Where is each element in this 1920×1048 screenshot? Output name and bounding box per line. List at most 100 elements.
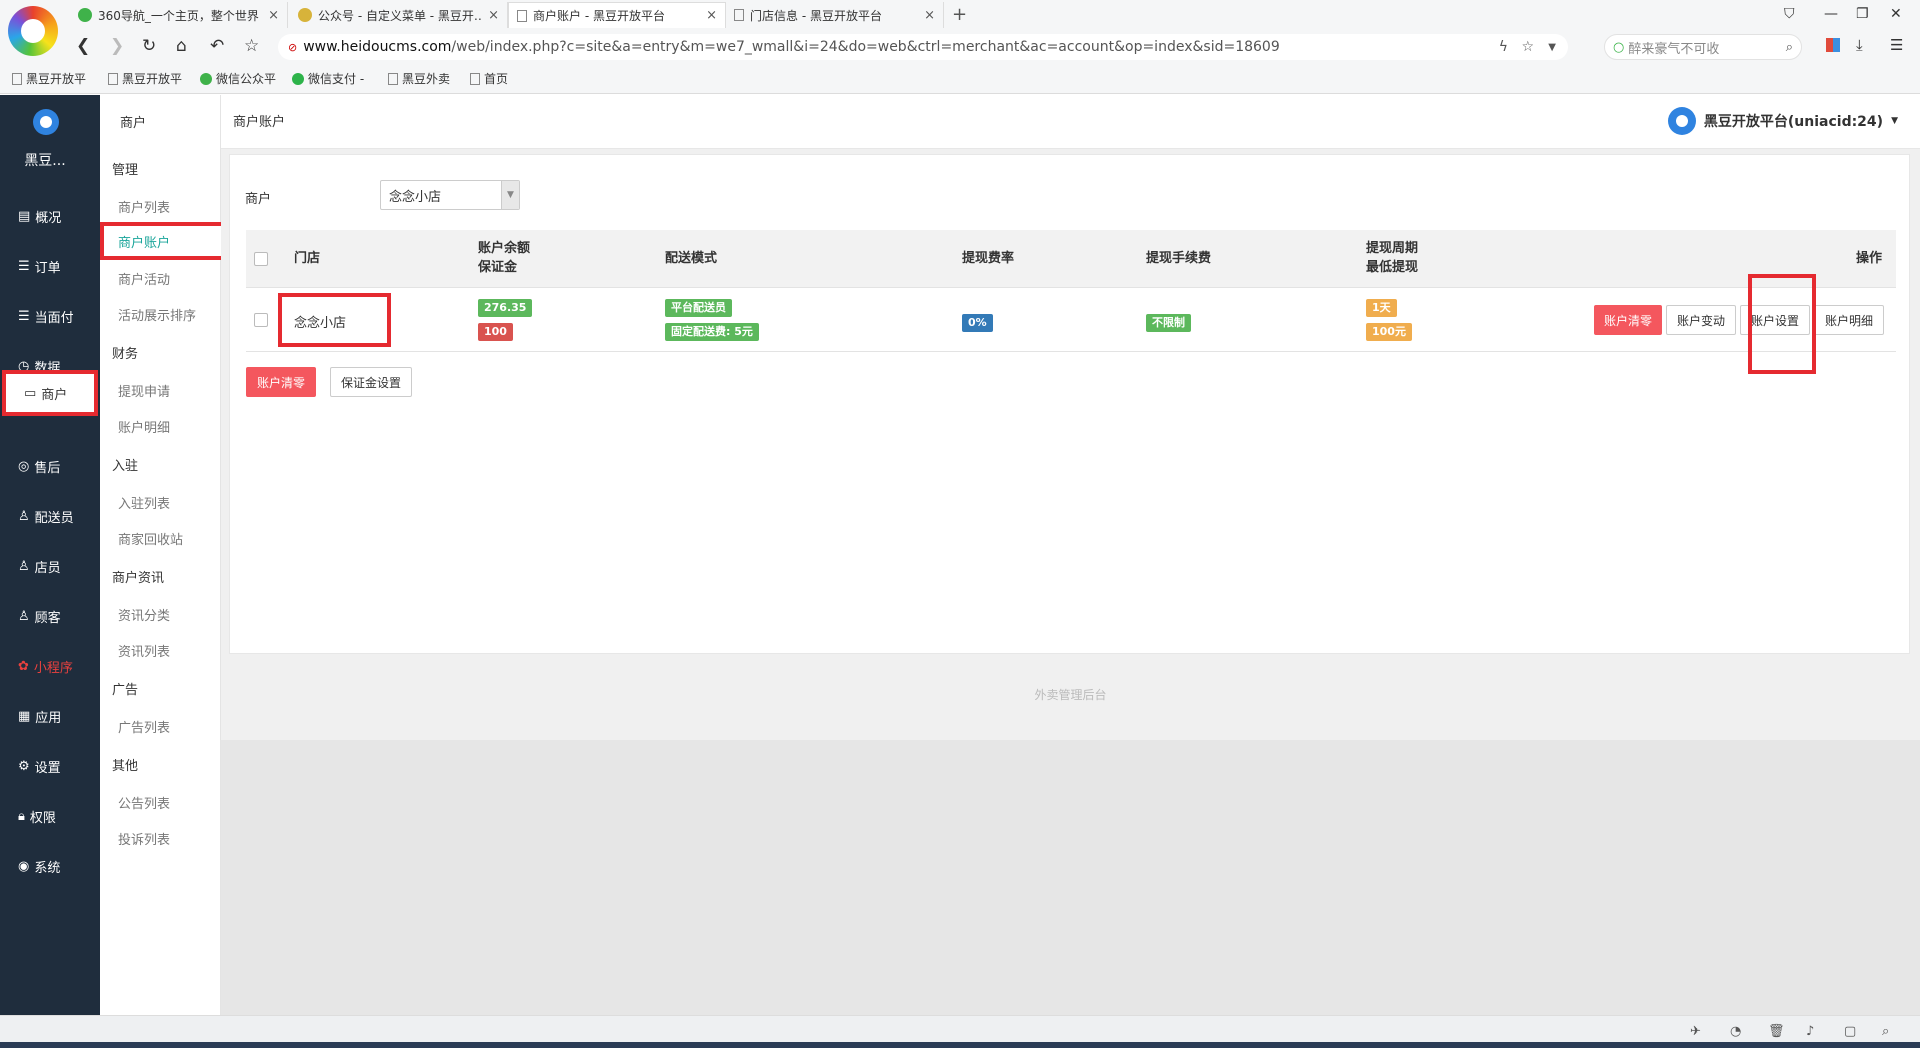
cycle-badge: 1天: [1366, 299, 1397, 317]
bookmark-item[interactable]: 黑豆外卖: [388, 70, 450, 87]
flash-icon[interactable]: ϟ: [1499, 39, 1508, 55]
page-icon: [470, 72, 480, 85]
main-panel: [229, 154, 1910, 654]
bookmark-item[interactable]: 黑豆开放平: [108, 70, 182, 87]
volume-icon[interactable]: ♪: [1806, 1024, 1814, 1039]
sidebar-item-settings[interactable]: ⚙ 设置: [0, 746, 100, 786]
360-icon: [78, 8, 92, 22]
table-row: 念念小店 276.35 100 平台配送员 固定配送费: 5元 0% 不限制 1…: [246, 288, 1896, 352]
bulk-clear-button[interactable]: 账户清零: [246, 367, 316, 397]
merchant-select[interactable]: 念念小店 ▼: [380, 180, 520, 210]
submenu-item-withdraw-apply[interactable]: 提现申请: [118, 381, 170, 400]
sidebar-item-miniapp[interactable]: ✿ 小程序: [0, 646, 100, 686]
tab-wechat-menu[interactable]: 公众号 - 自定义菜单 - 黑豆开… ×: [290, 2, 508, 28]
row-account-change-button[interactable]: 账户变动: [1666, 305, 1736, 335]
submenu-group-news: 商户资讯: [112, 571, 165, 586]
star-icon[interactable]: ☆: [244, 36, 259, 56]
account-menu[interactable]: 黑豆开放平台(uniacid:24) ▼: [1667, 107, 1898, 135]
bookmark-item[interactable]: 首页: [470, 70, 508, 87]
apps-grid-icon[interactable]: [1826, 38, 1840, 52]
submenu-item-notice-list[interactable]: 公告列表: [118, 793, 170, 812]
window-icon[interactable]: ▢: [1844, 1024, 1856, 1039]
browser-logo-icon[interactable]: [8, 6, 58, 56]
row-checkbox[interactable]: [254, 313, 268, 327]
sidebar-item-merchant[interactable]: ▭ 商户: [2, 370, 98, 416]
row-account-detail-button[interactable]: 账户明细: [1814, 305, 1884, 335]
undo-icon[interactable]: ↶: [210, 36, 224, 56]
submenu-item-ad-list[interactable]: 广告列表: [118, 717, 170, 736]
sidebar-item-apps[interactable]: ▦ 应用: [0, 696, 100, 736]
submenu-item-account-detail[interactable]: 账户明细: [118, 417, 170, 436]
col-rate: 提现费率: [962, 251, 1015, 266]
submenu-item-settle-list[interactable]: 入驻列表: [118, 493, 170, 512]
restore-icon[interactable]: ❐: [1856, 6, 1869, 22]
submenu-item-merchant-account[interactable]: 商户账户: [100, 222, 225, 260]
store-icon: ▭: [24, 385, 37, 401]
submenu-item-complaint-list[interactable]: 投诉列表: [118, 829, 170, 848]
chevron-down-icon: ▼: [1891, 116, 1898, 126]
address-bar[interactable]: ⊘ www.heidoucms.com/web/index.php?c=site…: [278, 34, 1568, 60]
bookmark-item[interactable]: 微信公众平: [200, 70, 276, 87]
courier-icon: ♙: [18, 508, 30, 524]
submenu-item-news-category[interactable]: 资讯分类: [118, 605, 170, 624]
sidebar-item-courier[interactable]: ♙ 配送员: [0, 496, 100, 536]
close-window-icon[interactable]: ✕: [1890, 6, 1902, 22]
sidebar-item-orders[interactable]: ☰ 订单: [0, 246, 100, 286]
close-icon[interactable]: ×: [706, 8, 717, 23]
home-icon[interactable]: ⌂: [176, 36, 187, 56]
submenu-item-recycle[interactable]: 商家回收站: [118, 529, 183, 548]
page-icon: [734, 9, 744, 21]
tab-store-info[interactable]: 门店信息 - 黑豆开放平台 ×: [726, 2, 944, 28]
submenu-group-settle: 入驻: [112, 459, 139, 474]
sidebar-item-customer[interactable]: ♙ 顾客: [0, 596, 100, 636]
close-icon[interactable]: ×: [488, 8, 499, 23]
search-input[interactable]: ○ 醉来豪气不可收 ⌕: [1604, 34, 1802, 60]
col-fee: 提现手续费: [1146, 251, 1212, 266]
select-all-checkbox[interactable]: [254, 252, 268, 266]
submenu-item-news-list[interactable]: 资讯列表: [118, 641, 170, 660]
clerk-icon: ♙: [18, 558, 30, 574]
speed-icon[interactable]: ◔: [1730, 1024, 1741, 1039]
sidebar-item-system[interactable]: ◉ 系统: [0, 846, 100, 886]
download-icon[interactable]: ⤓: [1856, 36, 1863, 54]
zoom-icon[interactable]: ⌕: [1882, 1024, 1889, 1039]
minimize-icon[interactable]: —: [1824, 6, 1838, 22]
sidebar-item-permissions[interactable]: 🔒︎ 权限: [0, 796, 100, 836]
trash-icon[interactable]: 🗑︎: [1768, 1024, 1785, 1039]
close-icon[interactable]: ×: [924, 8, 935, 23]
sidebar-item-aftersale[interactable]: ◎ 售后: [0, 446, 100, 486]
sidebar-item-overview[interactable]: ▤ 概况: [0, 196, 100, 236]
row-clear-account-button[interactable]: 账户清零: [1594, 305, 1662, 335]
deposit-settings-button[interactable]: 保证金设置: [330, 367, 412, 397]
deposit-badge: 100: [478, 323, 513, 341]
apps-icon: ▦: [18, 708, 31, 724]
close-icon[interactable]: ×: [268, 8, 279, 23]
tab-merchant-account[interactable]: 商户账户 - 黑豆开放平台 ×: [508, 2, 726, 28]
page-icon: [108, 72, 118, 85]
refresh-icon[interactable]: ↻: [142, 36, 156, 56]
rocket-icon[interactable]: ✈: [1690, 1024, 1701, 1039]
miniapp-icon: ✿: [18, 658, 29, 674]
pay-icon: ☰: [18, 308, 30, 324]
submenu-item-merchant-list[interactable]: 商户列表: [118, 197, 170, 216]
shirt-icon[interactable]: ⛉: [1784, 6, 1795, 22]
sidebar-item-clerk[interactable]: ♙ 店员: [0, 546, 100, 586]
search-icon[interactable]: ⌕: [1786, 40, 1793, 55]
chevron-down-icon[interactable]: ▼: [1548, 42, 1556, 53]
balance-badge: 276.35: [478, 299, 533, 317]
bookmark-item[interactable]: 微信支付 -: [292, 70, 364, 87]
tab-360[interactable]: 360导航_一个主页，整个世界 ×: [70, 2, 288, 28]
submenu-item-activity-sort[interactable]: 活动展示排序: [118, 305, 196, 324]
new-tab-button[interactable]: +: [952, 4, 967, 25]
forward-icon[interactable]: ❯: [110, 36, 124, 56]
bookmark-item[interactable]: 黑豆开放平: [12, 70, 86, 87]
delivery-fee-badge: 固定配送费: 5元: [665, 323, 759, 341]
back-icon[interactable]: ❮: [76, 36, 90, 56]
system-icon: ◉: [18, 858, 30, 874]
highlight-box: [1748, 274, 1816, 374]
sidebar-item-facepay[interactable]: ☰ 当面付: [0, 296, 100, 336]
submenu-item-merchant-activity[interactable]: 商户活动: [118, 269, 170, 288]
menu-icon[interactable]: ☰: [1890, 36, 1903, 54]
bookmark-star-icon[interactable]: ☆: [1521, 39, 1534, 55]
brand-logo-icon[interactable]: [33, 109, 59, 135]
